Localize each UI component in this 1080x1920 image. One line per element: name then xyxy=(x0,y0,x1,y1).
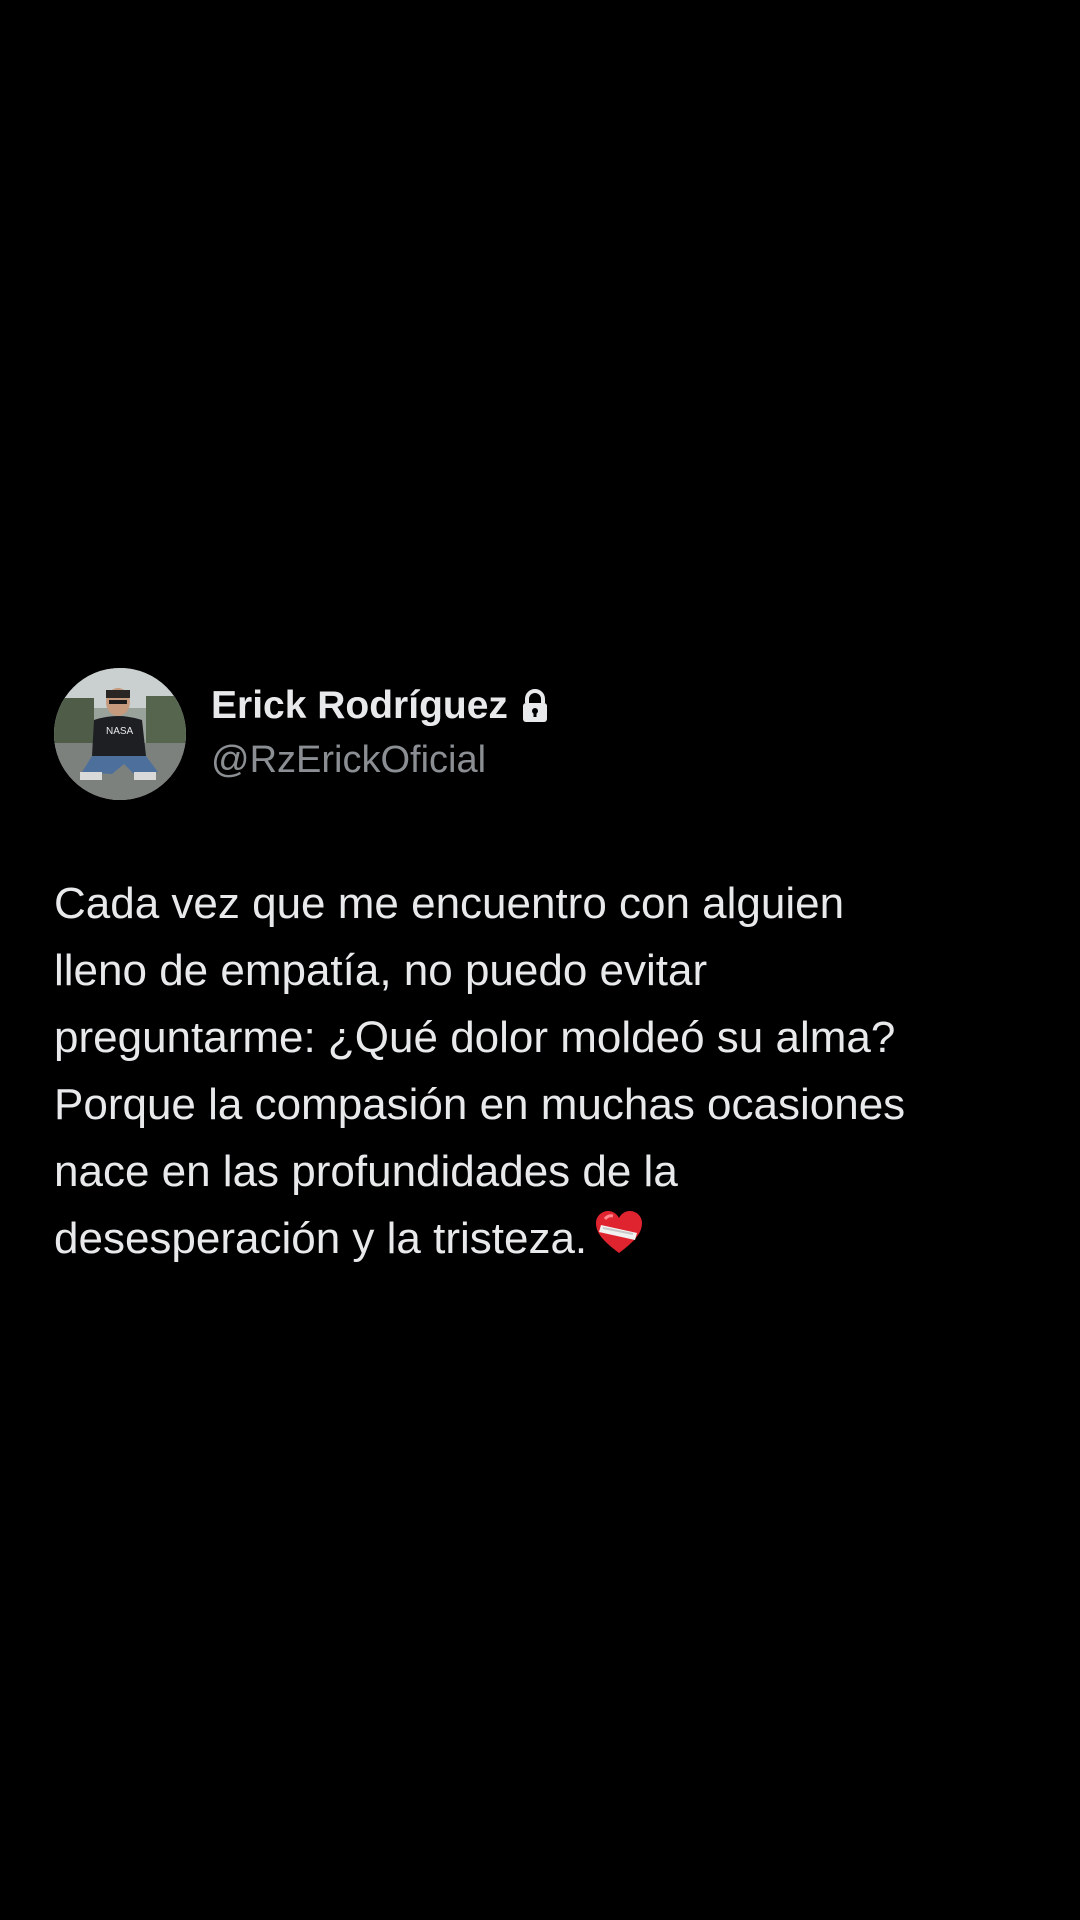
name-row: Erick Rodríguez xyxy=(211,682,550,730)
tweet-body: Cada vez que me encuentro con alguien ll… xyxy=(54,870,1026,1272)
tweet-text: Cada vez que me encuentro con alguien ll… xyxy=(54,879,906,1263)
tweet-header: NASA Erick Rodríguez @RzErickOficial xyxy=(54,668,1026,800)
user-handle[interactable]: @RzErickOficial xyxy=(211,734,550,786)
tweet-card: NASA Erick Rodríguez @RzErickOficial Cad… xyxy=(54,668,1026,1272)
author-identity: Erick Rodríguez @RzErickOficial xyxy=(211,682,550,786)
mending-heart-icon xyxy=(593,1207,645,1259)
lock-icon xyxy=(520,689,550,723)
svg-text:NASA: NASA xyxy=(106,726,134,737)
display-name[interactable]: Erick Rodríguez xyxy=(211,682,508,730)
avatar[interactable]: NASA xyxy=(54,668,186,800)
avatar-photo: NASA xyxy=(54,668,186,800)
